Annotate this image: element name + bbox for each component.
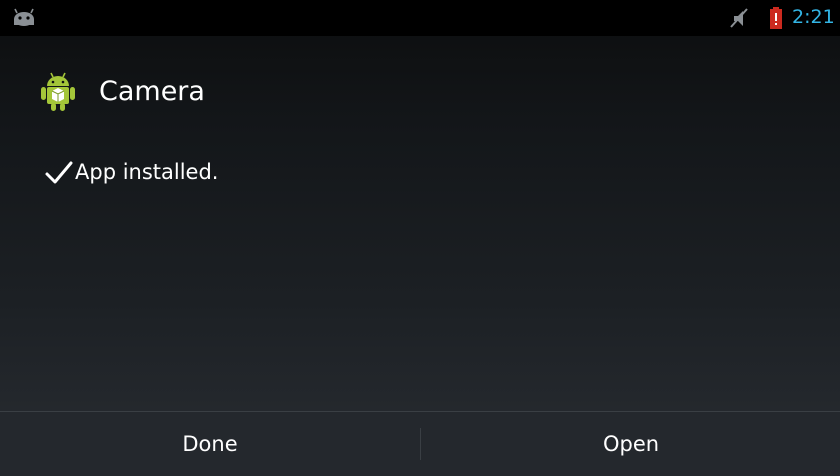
mute-icon [730, 8, 748, 28]
done-button[interactable]: Done [0, 412, 420, 476]
install-screen: 2:21 Camera App installed. Done Open [0, 0, 840, 476]
button-bar: Done Open [0, 411, 840, 476]
app-name: Camera [99, 76, 205, 107]
install-status-message: App installed. [75, 160, 219, 184]
android-package-icon [41, 72, 75, 111]
open-button[interactable]: Open [421, 412, 840, 476]
battery-low-icon [770, 7, 782, 29]
status-bar: 2:21 [0, 0, 840, 36]
status-clock: 2:21 [792, 6, 835, 28]
checkmark-icon [45, 161, 73, 184]
android-debug-icon [14, 8, 34, 26]
